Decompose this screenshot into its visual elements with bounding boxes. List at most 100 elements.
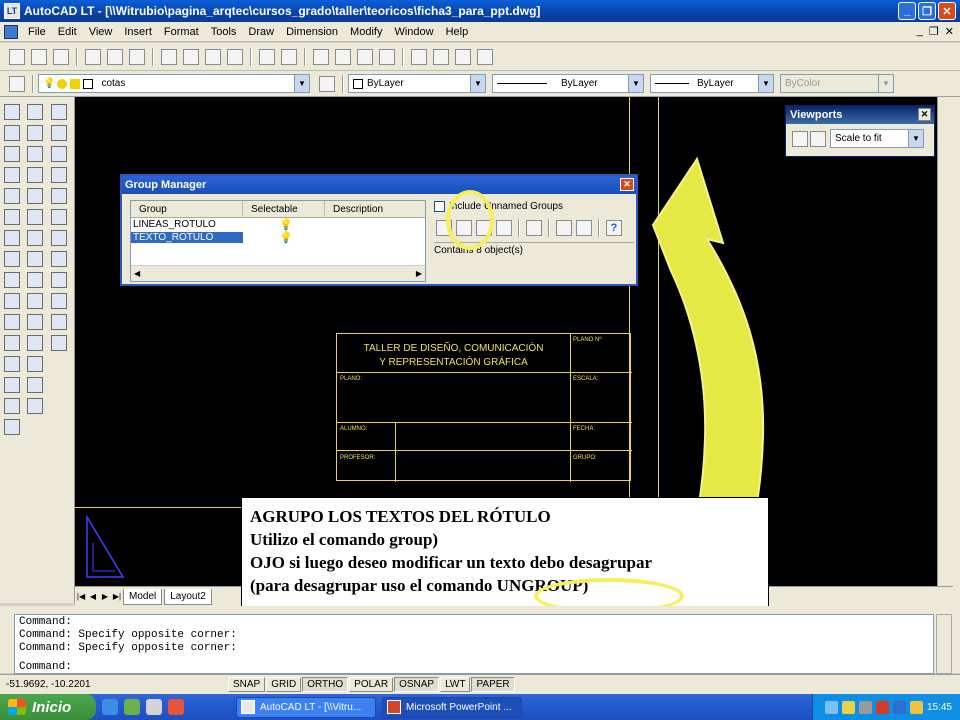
offset-icon[interactable] [27,167,43,183]
revision-cloud-icon[interactable] [4,251,20,267]
task-powerpoint[interactable]: Microsoft PowerPoint ... [382,696,522,718]
new-icon[interactable] [9,48,25,65]
restore-button[interactable]: ❐ [918,2,936,20]
break-icon[interactable] [27,335,43,351]
chevron-down-icon[interactable]: ▼ [294,75,309,92]
hatch-icon[interactable] [4,377,20,393]
arc-icon[interactable] [4,209,20,225]
make-block-icon[interactable] [4,335,20,351]
spline-icon[interactable] [4,272,20,288]
print-icon[interactable] [85,48,101,65]
paper-toggle[interactable]: PAPER [471,677,515,692]
viewports-title-bar[interactable]: Viewports ✕ [786,106,934,124]
ellipse-icon[interactable] [4,293,20,309]
group-row-selected[interactable]: TEXTO_ROTULO 💡 [131,231,425,244]
mirror-icon[interactable] [27,146,43,162]
move-icon[interactable] [27,209,43,225]
clock[interactable]: 15:45 [927,702,952,713]
color-select[interactable]: ByLayer ▼ [348,74,486,93]
close-button[interactable]: ✕ [938,2,956,20]
paste-icon[interactable] [205,48,221,65]
properties-icon[interactable] [411,48,427,65]
close-icon[interactable]: ✕ [620,178,634,191]
scroll-left-icon[interactable]: ◀ [134,269,140,278]
chevron-down-icon[interactable]: ▼ [758,75,773,92]
messenger-icon[interactable] [909,700,923,714]
coordinate-readout[interactable]: -51.9692, -10.2201 [0,679,228,690]
menu-dimension[interactable]: Dimension [280,26,344,38]
tool-palettes-icon[interactable] [455,48,471,65]
point-icon[interactable] [4,356,20,372]
checkbox-box[interactable] [434,200,445,212]
tab-layout2[interactable]: Layout2 [164,588,212,605]
group-manager-title-bar[interactable]: Group Manager ✕ [122,176,636,194]
fillet-icon[interactable] [27,377,43,393]
internet-explorer-icon[interactable] [102,699,118,715]
dim-edit-icon[interactable] [51,335,67,351]
dim-diameter-icon[interactable] [51,167,67,183]
vertical-scrollbar[interactable] [937,97,953,586]
tolerance-icon[interactable] [51,293,67,309]
scroll-right-icon[interactable]: ▶ [416,269,422,278]
menu-edit[interactable]: Edit [52,26,83,38]
open-icon[interactable] [31,48,47,65]
group-list[interactable]: Group Selectable Description LINEAS_ROTU… [130,200,426,282]
copy-object-icon[interactable] [27,125,43,141]
menu-draw[interactable]: Draw [242,26,280,38]
menu-format[interactable]: Format [158,26,205,38]
select-group-icon[interactable] [556,220,572,236]
selectable-bulb-icon[interactable]: 💡 [243,231,323,244]
horizontal-scrollbar[interactable]: ◀ ▶ [131,265,425,281]
menu-help[interactable]: Help [440,26,475,38]
chevron-down-icon[interactable]: ▼ [470,75,485,92]
task-autocad[interactable]: AutoCAD LT - [\\Vitru... [236,696,376,718]
single-viewport-icon[interactable] [810,130,826,147]
title-block[interactable]: TALLER DE DISEÑO, COMUNICACIÓN Y REPRESE… [336,333,632,482]
tab-model[interactable]: Model [123,588,163,605]
layer-manager-icon[interactable] [9,75,25,92]
chevron-down-icon[interactable]: ▼ [628,75,643,92]
outlook-icon[interactable] [146,699,162,715]
linetype-select[interactable]: ByLayer ▼ [492,74,644,93]
polar-toggle[interactable]: POLAR [349,677,394,692]
menu-file[interactable]: File [22,26,52,38]
tab-last-button[interactable]: ▶| [111,592,123,601]
leader-icon[interactable] [51,272,67,288]
rotate-icon[interactable] [27,230,43,246]
rectangle-icon[interactable] [4,188,20,204]
grid-toggle[interactable]: GRID [266,677,302,692]
polygon-icon[interactable] [4,167,20,183]
tab-first-button[interactable]: |◀ [75,592,87,601]
start-button[interactable]: Inicio [0,694,96,720]
print-preview-icon[interactable] [107,48,123,65]
volume-icon[interactable] [858,700,872,714]
erase-icon[interactable] [27,104,43,120]
zoom-window-icon[interactable] [357,48,373,65]
help-icon[interactable] [477,48,493,65]
network-icon[interactable] [824,700,838,714]
construction-line-icon[interactable] [4,125,20,141]
menu-tools[interactable]: Tools [205,26,243,38]
osnap-toggle[interactable]: OSNAP [394,677,440,692]
minimize-button[interactable]: _ [898,2,916,20]
column-group[interactable]: Group [131,200,243,218]
help-icon[interactable]: ? [606,220,622,236]
deselect-group-icon[interactable] [576,220,592,236]
multiline-text-icon[interactable] [4,419,20,435]
explode-icon[interactable] [27,398,43,414]
security-icon[interactable] [841,700,855,714]
details-icon[interactable] [526,220,542,236]
extend-icon[interactable] [27,314,43,330]
quick-launch-icon[interactable] [168,699,184,715]
ortho-toggle[interactable]: ORTHO [302,677,349,692]
publish-icon[interactable] [129,48,145,65]
dim-baseline-icon[interactable] [51,230,67,246]
tab-next-button[interactable]: ▶ [99,592,111,601]
center-mark-icon[interactable] [51,314,67,330]
menu-view[interactable]: View [83,26,119,38]
chamfer-icon[interactable] [27,356,43,372]
dim-aligned-icon[interactable] [51,125,67,141]
antivirus-icon[interactable] [875,700,889,714]
design-center-icon[interactable] [433,48,449,65]
doc-minimize-button[interactable]: _ [917,25,923,38]
